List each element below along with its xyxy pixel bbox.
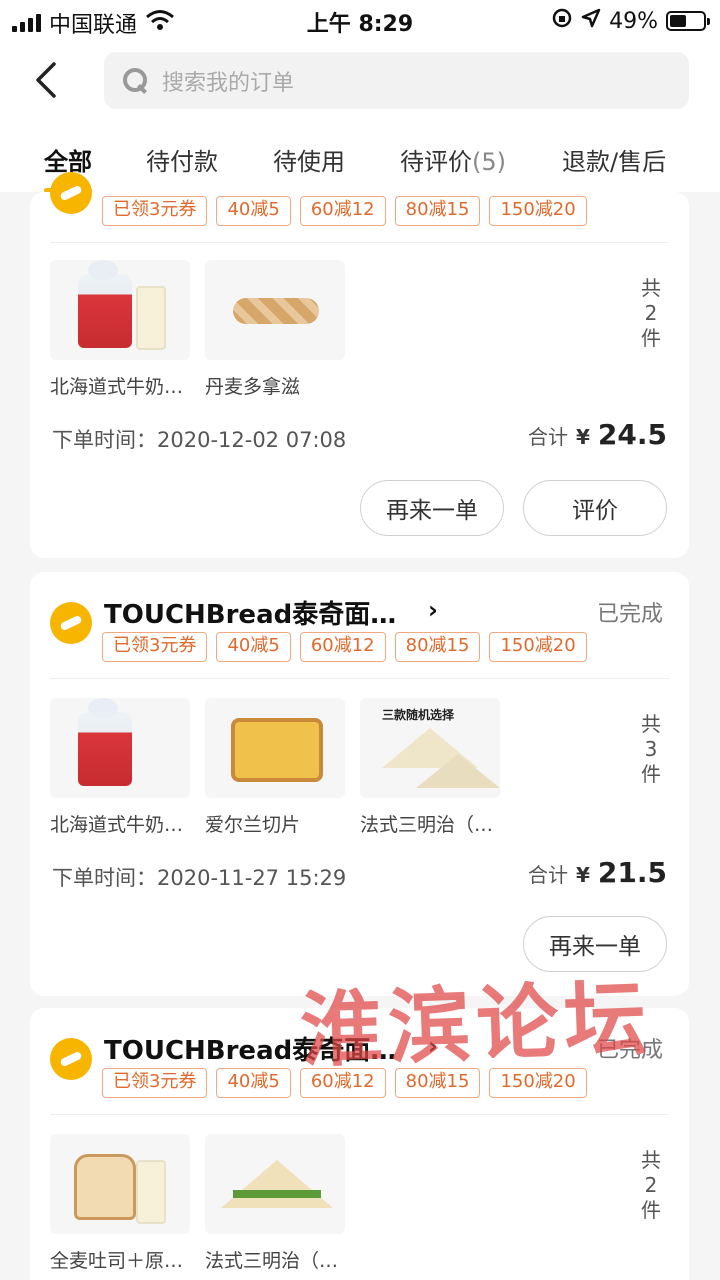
shop-logo (50, 1038, 92, 1080)
product-image (50, 1134, 190, 1234)
order-status: 已完成 (596, 602, 663, 627)
product-item[interactable]: 法式三明治（… (205, 1134, 345, 1273)
product-name: 法式三明治（… (205, 1250, 339, 1272)
order-total: 合计 ¥ 24.5 (528, 418, 667, 451)
product-image (50, 698, 190, 798)
reorder-button[interactable]: 再来一单 (360, 480, 504, 536)
rotation-lock-icon (551, 7, 573, 35)
product-item[interactable]: 北海道式牛奶… (50, 260, 190, 399)
total-label: 合计 (527, 863, 568, 887)
coupon-tag: 60减12 (299, 632, 386, 662)
order-card[interactable]: 已领3元券 40减5 60减12 80减15 150减20 北海道式牛奶… 丹麦… (30, 172, 689, 558)
product-item[interactable]: 丹麦多拿滋 (205, 260, 345, 399)
shop-name[interactable]: TOUCHBread泰奇面… (104, 594, 396, 631)
product-name: 北海道式牛奶… (50, 376, 184, 398)
product-name: 北海道式牛奶… (50, 814, 184, 836)
product-item[interactable]: 三款随机选择 法式三明治（… (360, 698, 500, 837)
divider (50, 678, 669, 679)
coupon-tag: 已领3元券 (102, 196, 208, 226)
coupon-tag: 60减12 (299, 196, 386, 226)
shop-logo (50, 172, 92, 214)
tab-pending-payment[interactable]: 待付款 (146, 142, 218, 177)
search-icon (122, 67, 150, 95)
tab-refund[interactable]: 退款/售后 (562, 142, 666, 177)
coupon-tag: 40减5 (216, 196, 291, 226)
divider (50, 1114, 669, 1115)
tab-label: 待付款 (146, 148, 218, 176)
coupon-tag: 80减15 (394, 196, 481, 226)
product-name: 丹麦多拿滋 (205, 376, 301, 398)
order-time: 下单时间：2020-12-02 07:08 (52, 428, 347, 452)
coupon-tag: 150减20 (489, 196, 587, 226)
tab-label: 待评价 (400, 148, 472, 176)
status-bar: 中国联通 上午 8:29 49% (0, 0, 720, 40)
chevron-right-icon[interactable]: › (428, 596, 438, 624)
header: 搜索我的订单 (0, 40, 720, 120)
product-name: 全麦吐司＋原… (50, 1250, 184, 1272)
tab-label: 退款/售后 (562, 148, 667, 176)
review-button[interactable]: 评价 (523, 480, 667, 536)
product-image-text: 三款随机选择 (382, 708, 455, 722)
chevron-left-icon (36, 62, 56, 98)
count-char: 件 (641, 762, 661, 786)
product-image: 三款随机选择 (360, 698, 500, 798)
search-input[interactable]: 搜索我的订单 (104, 52, 689, 109)
item-count: 共 2 件 (639, 1148, 663, 1223)
watermark: 淮滨论坛 (298, 970, 654, 1080)
search-placeholder: 搜索我的订单 (162, 70, 295, 96)
order-card[interactable]: TOUCHBread泰奇面… › 已完成 已领3元券 40减5 60减12 80… (30, 572, 689, 996)
order-time: 下单时间：2020-11-27 15:29 (52, 866, 347, 890)
currency-symbol: ¥ (575, 863, 590, 887)
product-image (205, 260, 345, 360)
count-char: 共 (641, 712, 661, 736)
tab-label: 待使用 (273, 148, 345, 176)
total-amount: 21.5 (597, 856, 667, 889)
item-count: 共 2 件 (639, 276, 663, 351)
battery-fill (670, 15, 686, 27)
currency-symbol: ¥ (575, 425, 590, 449)
count-char: 2 (644, 1173, 658, 1197)
count-char: 2 (644, 301, 658, 325)
location-icon (581, 8, 601, 34)
count-char: 共 (641, 276, 661, 300)
battery-icon (666, 11, 710, 31)
product-item[interactable]: 北海道式牛奶… (50, 698, 190, 837)
count-char: 件 (641, 326, 661, 350)
back-button[interactable] (30, 60, 70, 100)
count-char: 3 (644, 737, 658, 761)
battery-percent: 49% (609, 8, 658, 34)
count-char: 件 (641, 1198, 661, 1222)
coupon-tag: 40减5 (216, 632, 291, 662)
total-amount: 24.5 (597, 418, 667, 451)
item-count: 共 3 件 (639, 712, 663, 787)
order-total: 合计 ¥ 21.5 (528, 856, 667, 889)
product-image (205, 698, 345, 798)
total-label: 合计 (527, 425, 568, 449)
order-tabs: 全部 待付款 待使用 待评价(5) 退款/售后 (0, 120, 720, 193)
product-name: 爱尔兰切片 (205, 814, 301, 836)
divider (50, 242, 669, 243)
coupon-tag: 已领3元券 (102, 1068, 208, 1098)
product-image (205, 1134, 345, 1234)
coupon-tag: 已领3元券 (102, 632, 208, 662)
coupon-tag: 40减5 (216, 1068, 291, 1098)
product-item[interactable]: 爱尔兰切片 (205, 698, 345, 837)
coupon-tag: 150减20 (489, 632, 587, 662)
tab-to-review[interactable]: 待评价(5) (400, 142, 506, 177)
product-image (50, 260, 190, 360)
product-item[interactable]: 全麦吐司＋原… (50, 1134, 190, 1273)
shop-logo (50, 602, 92, 644)
count-char: 共 (641, 1148, 661, 1172)
coupon-tag: 80减15 (394, 632, 481, 662)
tab-to-use[interactable]: 待使用 (273, 142, 345, 177)
tab-count: (5) (472, 148, 506, 176)
coupon-row: 已领3元券 40减5 60减12 80减15 150减20 (102, 196, 587, 226)
coupon-row: 已领3元券 40减5 60减12 80减15 150减20 (102, 632, 587, 662)
product-name: 法式三明治（… (360, 814, 494, 836)
